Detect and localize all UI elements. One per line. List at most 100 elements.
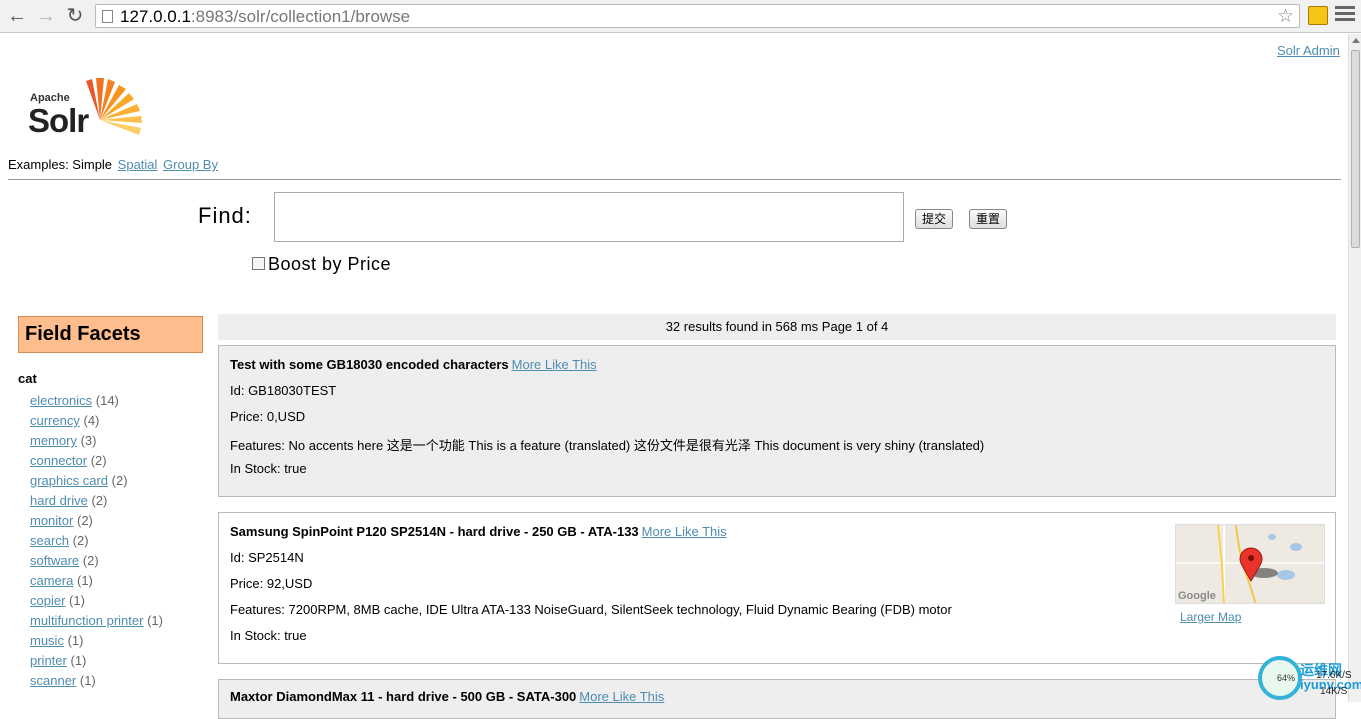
facet-link[interactable]: monitor [30,513,73,528]
facet-count: (14) [95,393,119,408]
vertical-scrollbar[interactable] [1348,34,1361,702]
scroll-up-icon[interactable] [1352,38,1360,43]
scroll-thumb[interactable] [1351,50,1360,248]
result-item: Samsung SpinPoint P120 SP2514N - hard dr… [218,512,1336,664]
solr-logo[interactable]: Apache Solr [28,76,153,139]
result-title: Test with some GB18030 encoded character… [230,357,509,372]
facet-list: electronics (14) currency (4) memory (3)… [30,393,163,693]
facet-count: (2) [91,493,108,508]
browser-toolbar: ← → ↻ 127.0.0.1:8983/solr/collection1/br… [0,0,1361,33]
reset-button[interactable]: 重置 [969,209,1008,229]
url-host: 127.0.0.1 [120,7,191,26]
result-price: Price: 0,USD [230,409,306,424]
facet-link[interactable]: music [30,633,64,648]
result-features: Features: 7200RPM, 8MB cache, IDE Ultra … [230,602,952,617]
page-icon [102,10,113,23]
result-title-line: Test with some GB18030 encoded character… [230,357,597,372]
facet-item: multifunction printer (1) [30,613,163,633]
facet-item: scanner (1) [30,673,163,693]
result-price: Price: 92,USD [230,576,313,591]
address-url[interactable]: 127.0.0.1:8983/solr/collection1/browse [120,7,410,27]
facet-item: copier (1) [30,593,163,613]
solr-admin-link[interactable]: Solr Admin [1277,43,1340,58]
extension-icon[interactable] [1308,6,1328,25]
facet-link[interactable]: software [30,553,79,568]
result-item: Maxtor DiamondMax 11 - hard drive - 500 … [218,679,1336,719]
facet-item: music (1) [30,633,163,653]
facet-item: hard drive (2) [30,493,163,513]
facet-count: (2) [82,553,99,568]
facet-link[interactable]: graphics card [30,473,108,488]
logo-solr-text: Solr [28,102,89,139]
facet-count: (2) [111,473,128,488]
facet-item: currency (4) [30,413,163,433]
back-arrow-icon[interactable]: ← [6,5,28,27]
search-input[interactable] [274,192,904,242]
submit-button[interactable]: 提交 [915,209,954,229]
facet-link[interactable]: camera [30,573,73,588]
facet-link[interactable]: scanner [30,673,76,688]
bookmark-star-icon[interactable]: ☆ [1277,5,1294,28]
facet-count: (1) [67,633,84,648]
result-in-stock: In Stock: true [230,461,307,476]
facet-field-name: cat [18,371,37,386]
facet-link[interactable]: multifunction printer [30,613,143,628]
examples-prefix: Examples: Simple [8,157,113,172]
divider [8,179,1341,180]
results-summary: 32 results found in 568 ms Page 1 of 4 [218,314,1336,340]
result-features: Features: No accents here 这是一个功能 This is… [230,438,985,453]
menu-icon[interactable] [1335,6,1355,26]
field-facets-heading: Field Facets [18,316,203,353]
reload-icon[interactable]: ↻ [64,5,86,27]
facet-link[interactable]: currency [30,413,80,428]
facet-link[interactable]: copier [30,593,65,608]
facet-count: (2) [76,513,93,528]
speed-percent: 64% [1277,673,1296,683]
facet-item: connector (2) [30,453,163,473]
boost-by-price-label[interactable]: Boost by Price [268,254,391,275]
result-title-line: Samsung SpinPoint P120 SP2514N - hard dr… [230,524,727,539]
address-bar[interactable]: 127.0.0.1:8983/solr/collection1/browse ☆ [95,4,1300,28]
facet-link[interactable]: connector [30,453,87,468]
example-spatial-link[interactable]: Spatial [118,157,158,172]
facet-link[interactable]: electronics [30,393,92,408]
facet-count: (1) [79,673,96,688]
boost-by-price-checkbox[interactable] [252,257,265,270]
facet-link[interactable]: search [30,533,69,548]
result-id: Id: SP2514N [230,550,304,565]
facet-link[interactable]: hard drive [30,493,88,508]
more-like-this-link[interactable]: More Like This [512,357,597,372]
url-path: :8983/solr/collection1/browse [190,7,411,26]
larger-map-link[interactable]: Larger Map [1180,610,1241,624]
facet-count: (1) [70,653,87,668]
result-id: Id: GB18030TEST [230,383,337,398]
facet-count: (2) [72,533,89,548]
facet-item: software (2) [30,553,163,573]
map-image: Google [1176,525,1324,603]
sunburst-icon [86,78,142,135]
facet-link[interactable]: printer [30,653,67,668]
facet-item: printer (1) [30,653,163,673]
facet-count: (1) [69,593,85,608]
example-group-by-link[interactable]: Group By [163,157,218,172]
facet-count: (1) [76,573,93,588]
facet-link[interactable]: memory [30,433,77,448]
location-map[interactable]: Google [1175,524,1325,604]
facet-item: electronics (14) [30,393,163,413]
result-in-stock: In Stock: true [230,628,307,643]
more-like-this-link[interactable]: More Like This [642,524,727,539]
result-title: Samsung SpinPoint P120 SP2514N - hard dr… [230,524,639,539]
result-item: Test with some GB18030 encoded character… [218,345,1336,497]
facet-item: camera (1) [30,573,163,593]
facet-item: graphics card (2) [30,473,163,493]
upload-speed: 17.6K/S [1316,670,1352,681]
facet-item: search (2) [30,533,163,553]
examples-line: Examples: Simple Spatial Group By [8,157,218,172]
facet-count: (3) [80,433,97,448]
field-facets-title: Field Facets [25,323,141,345]
find-label: Find: [198,203,252,228]
facet-count: (4) [83,413,100,428]
facet-item: monitor (2) [30,513,163,533]
download-speed: 14K/S [1320,686,1348,697]
forward-arrow-icon[interactable]: → [35,5,57,27]
